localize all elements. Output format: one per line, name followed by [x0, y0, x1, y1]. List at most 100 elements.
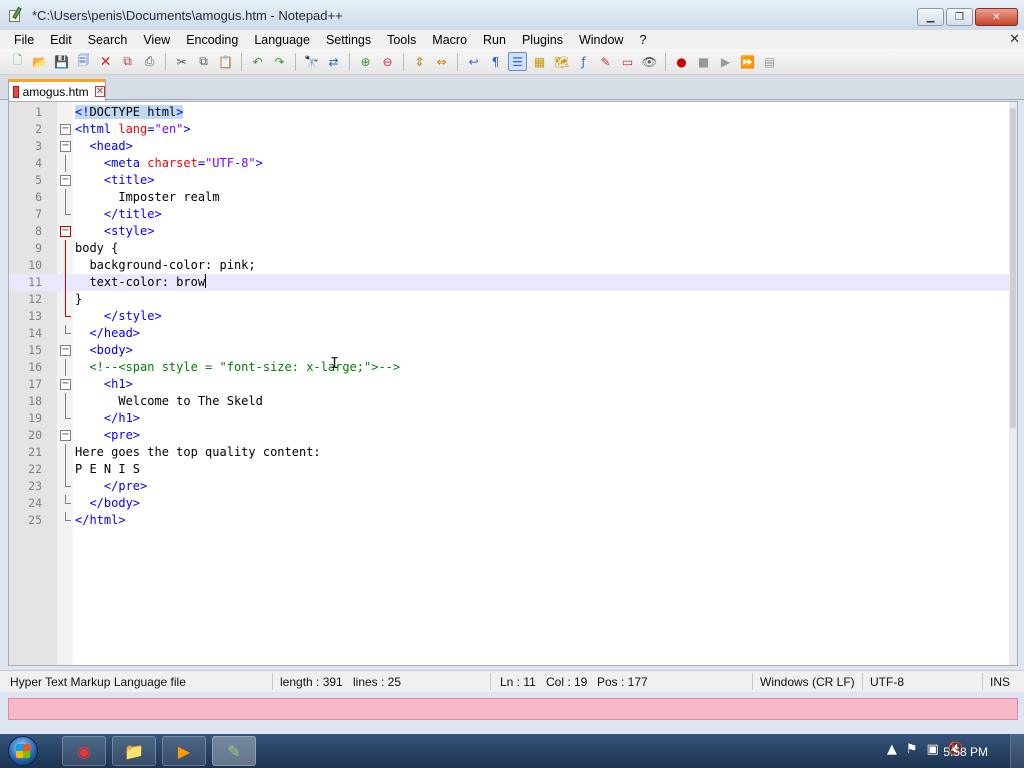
new-file-icon[interactable]: 🗋: [8, 52, 27, 71]
record-macro-icon[interactable]: ●: [672, 52, 691, 71]
function-list-icon[interactable]: ƒ: [574, 52, 593, 71]
menu-settings[interactable]: Settings: [318, 33, 379, 47]
code-line[interactable]: 10 background-color: pink;: [9, 257, 1017, 274]
code-line[interactable]: 23 </pre>: [9, 478, 1017, 495]
code-line[interactable]: 22 P E N I S: [9, 461, 1017, 478]
code-line[interactable]: 19 </h1>: [9, 410, 1017, 427]
code-line[interactable]: 9 body {: [9, 240, 1017, 257]
zoom-out-icon[interactable]: ⊖: [378, 52, 397, 71]
word-wrap-icon[interactable]: ↩: [464, 52, 483, 71]
show-all-chars-icon[interactable]: ¶: [486, 52, 505, 71]
menu-view[interactable]: View: [135, 33, 178, 47]
undo-icon[interactable]: ↶: [248, 52, 267, 71]
taskbar-explorer-icon[interactable]: 📁: [112, 736, 156, 766]
fold-toggle-icon[interactable]: −: [60, 175, 71, 186]
show-desktop-button[interactable]: [1010, 734, 1024, 768]
code-line[interactable]: 17 − <h1>: [9, 376, 1017, 393]
code-line[interactable]: 16 <!--<span style = "font-size: x-large…: [9, 359, 1017, 376]
tray-flag-icon[interactable]: ⚑: [906, 742, 918, 757]
play-macro-icon[interactable]: ▶: [716, 52, 735, 71]
taskbar-media-player-icon[interactable]: ▶: [162, 736, 206, 766]
code-line[interactable]: 5 − <title>: [9, 172, 1017, 189]
code-text: <!DOCTYPE html>: [75, 105, 184, 119]
zoom-in-icon[interactable]: ⊕: [356, 52, 375, 71]
find-icon[interactable]: 🔭: [302, 52, 321, 71]
code-line[interactable]: 21 Here goes the top quality content:: [9, 444, 1017, 461]
code-line[interactable]: 6 Imposter realm: [9, 189, 1017, 206]
close-button[interactable]: ✕: [975, 8, 1018, 26]
open-file-icon[interactable]: 📂: [30, 52, 49, 71]
code-line-current[interactable]: 11 text-color: brow: [9, 274, 1017, 291]
code-line[interactable]: 13 </style>: [9, 308, 1017, 325]
copy-icon[interactable]: ⧉: [194, 52, 213, 71]
menu-search[interactable]: Search: [80, 33, 136, 47]
fold-toggle-icon[interactable]: −: [60, 345, 71, 356]
tab-close-icon[interactable]: ✕: [94, 86, 105, 97]
code-line[interactable]: 3 − <head>: [9, 138, 1017, 155]
code-line[interactable]: 7 </title>: [9, 206, 1017, 223]
eye-icon[interactable]: 👁: [640, 52, 659, 71]
sync-v-icon[interactable]: ⇕: [410, 52, 429, 71]
code-editor[interactable]: 1 <!DOCTYPE html> 2 − <html lang="en"> 3…: [8, 101, 1018, 666]
taskbar-clock[interactable]: 5:58 PM: [943, 745, 988, 759]
fold-toggle-icon[interactable]: −: [60, 226, 71, 237]
maximize-button[interactable]: ❐: [946, 8, 973, 26]
menu-run[interactable]: Run: [475, 33, 514, 47]
save-macro-icon[interactable]: ▤: [760, 52, 779, 71]
code-line[interactable]: 8 − <style>: [9, 223, 1017, 240]
menu-edit[interactable]: Edit: [42, 33, 80, 47]
close-icon[interactable]: 🗙: [96, 52, 115, 71]
monitor-icon[interactable]: ▭: [618, 52, 637, 71]
redo-icon[interactable]: ↷: [270, 52, 289, 71]
menu-language[interactable]: Language: [246, 33, 318, 47]
indent-guide-icon[interactable]: ☰: [508, 52, 527, 71]
menu-help[interactable]: ?: [631, 33, 654, 47]
minimize-button[interactable]: ▁: [917, 8, 944, 26]
code-line[interactable]: 1 <!DOCTYPE html>: [9, 104, 1017, 121]
vertical-scrollbar[interactable]: [1009, 102, 1017, 665]
code-line[interactable]: 25 </html>: [9, 512, 1017, 529]
close-all-icon[interactable]: ⧉: [118, 52, 137, 71]
save-all-icon[interactable]: 🗐: [74, 52, 93, 71]
run-macro-multiple-icon[interactable]: ⏩: [738, 52, 757, 71]
menu-macro[interactable]: Macro: [424, 33, 475, 47]
menu-tools[interactable]: Tools: [379, 33, 424, 47]
line-number: 3: [35, 139, 42, 153]
folder-workspace-icon[interactable]: ✎: [596, 52, 615, 71]
code-line[interactable]: 4 <meta charset="UTF-8">: [9, 155, 1017, 172]
replace-icon[interactable]: ⇄: [324, 52, 343, 71]
tray-expand-icon[interactable]: ▲: [887, 742, 897, 757]
paste-icon[interactable]: 📋: [216, 52, 235, 71]
menu-encoding[interactable]: Encoding: [178, 33, 246, 47]
fold-toggle-icon[interactable]: −: [60, 124, 71, 135]
menu-file[interactable]: File: [6, 33, 42, 47]
scrollbar-thumb[interactable]: [1010, 108, 1016, 428]
menu-plugins[interactable]: Plugins: [514, 33, 571, 47]
taskbar-chrome-icon[interactable]: ◉: [62, 736, 106, 766]
tray-network-icon[interactable]: ▣: [927, 742, 939, 757]
fold-toggle-icon[interactable]: −: [60, 379, 71, 390]
code-line[interactable]: 15 − <body>: [9, 342, 1017, 359]
start-button[interactable]: [4, 734, 44, 768]
code-line[interactable]: 18 Welcome to The Skeld: [9, 393, 1017, 410]
menu-window[interactable]: Window: [571, 33, 631, 47]
fold-toggle-icon[interactable]: −: [60, 430, 71, 441]
code-line[interactable]: 20 − <pre>: [9, 427, 1017, 444]
print-icon[interactable]: ⎙: [140, 52, 159, 71]
code-line[interactable]: 24 </body>: [9, 495, 1017, 512]
code-line[interactable]: 2 − <html lang="en">: [9, 121, 1017, 138]
doc-map-icon[interactable]: 🗺: [552, 52, 571, 71]
tab-amogus-htm[interactable]: amogus.htm ✕: [8, 79, 106, 101]
code-line[interactable]: 12 }: [9, 291, 1017, 308]
fold-toggle-icon[interactable]: −: [60, 141, 71, 152]
code-line[interactable]: 14 </head>: [9, 325, 1017, 342]
cut-icon[interactable]: ✂: [172, 52, 191, 71]
sync-h-icon[interactable]: ⇔: [432, 52, 451, 71]
code-text: </head>: [89, 326, 141, 340]
taskbar-notepad-plus-plus-icon[interactable]: ✎: [212, 736, 256, 766]
line-number: 9: [35, 241, 42, 255]
save-icon[interactable]: 💾: [52, 52, 71, 71]
close-document-icon[interactable]: ✕: [1009, 32, 1020, 47]
udl-icon[interactable]: ▦: [530, 52, 549, 71]
stop-macro-icon[interactable]: ■: [694, 52, 713, 71]
